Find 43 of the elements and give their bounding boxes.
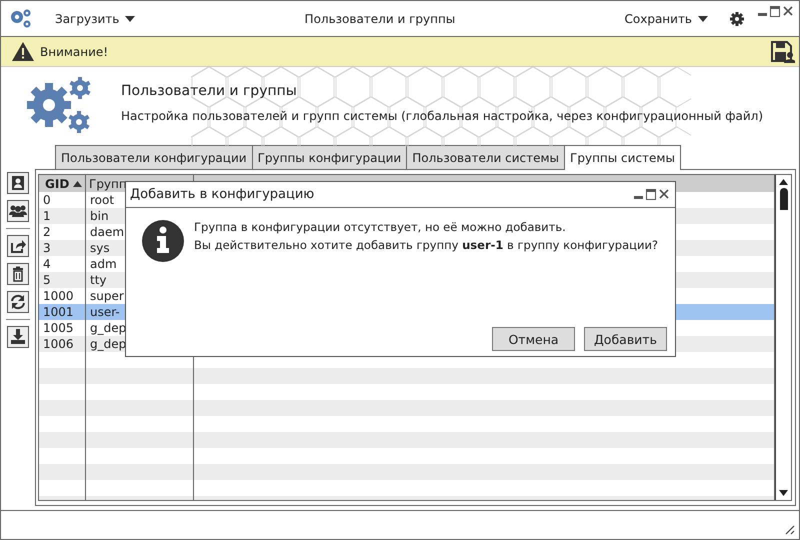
scroll-up-icon[interactable]	[779, 179, 788, 185]
window-title: Пользователи и группы	[304, 12, 456, 26]
scroll-down-icon[interactable]	[779, 490, 788, 496]
warning-text: Внимание!	[40, 44, 110, 58]
table-cell: 5	[39, 272, 86, 288]
refresh-icon[interactable]	[7, 291, 29, 313]
dialog-message: Группа в конфигурации отсутствует, но её можно добавить.	[194, 220, 567, 234]
dialog-button[interactable]: Отмена	[492, 327, 575, 351]
save-user-icon[interactable]	[771, 40, 795, 62]
table-cell: 3	[39, 240, 86, 256]
info-icon	[142, 220, 184, 262]
scrollbar-thumb[interactable]	[780, 188, 788, 210]
maximize-icon[interactable]	[770, 6, 780, 17]
warning-icon	[12, 42, 34, 61]
close-icon[interactable]	[783, 6, 793, 16]
caret-icon	[125, 16, 136, 22]
column-header[interactable]: GID	[39, 175, 86, 192]
table-cell: 1	[39, 208, 86, 224]
contact-card-icon[interactable]	[7, 172, 29, 194]
caret-icon	[698, 16, 708, 22]
load-menu[interactable]: Загрузить	[51, 10, 140, 28]
tab[interactable]: Группы системы	[564, 145, 681, 170]
sort-ascending-icon	[73, 180, 82, 186]
trash-icon[interactable]	[7, 263, 29, 285]
dialog-button[interactable]: Добавить	[584, 327, 667, 351]
page-subtitle: Настройка пользователей и групп системы (глобальная настройка, через конфигурационный файл)	[121, 109, 763, 123]
export-icon[interactable]	[7, 235, 29, 257]
table-cell: 1006	[39, 336, 86, 352]
maximize-icon[interactable]	[646, 189, 656, 200]
tab[interactable]: Пользователи конфигурации	[55, 145, 253, 169]
dialog-message: Вы действительно хотите добавить группу user-1 в группу конфигурации?	[194, 238, 658, 252]
download-icon[interactable]	[7, 326, 29, 348]
tab[interactable]: Пользователи системы	[406, 145, 566, 169]
settings-icon[interactable]	[730, 12, 744, 26]
close-icon[interactable]	[659, 189, 669, 199]
tab[interactable]: Группы конфигурации	[252, 145, 408, 169]
resize-grip-icon[interactable]	[785, 525, 795, 535]
group-icon[interactable]	[7, 200, 29, 222]
scrollbar[interactable]	[775, 175, 791, 500]
save-menu[interactable]: Сохранить	[620, 10, 712, 28]
gears-icon	[9, 8, 33, 30]
page-title: Пользователи и группы	[121, 83, 298, 99]
table-cell: 1001	[39, 304, 86, 320]
